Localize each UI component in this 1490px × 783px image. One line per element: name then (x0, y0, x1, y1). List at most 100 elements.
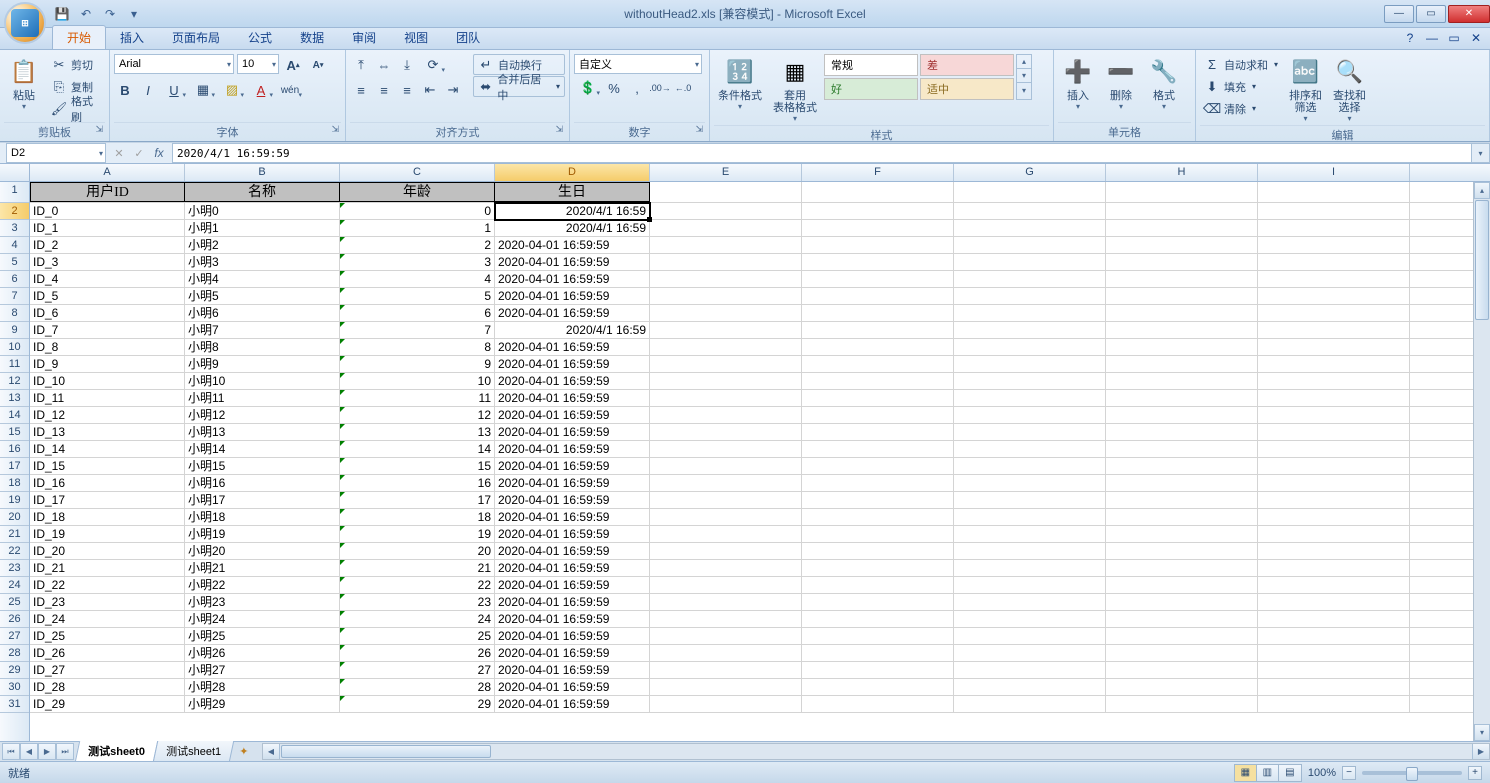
cell[interactable]: ID_8 (30, 339, 185, 355)
row-header-4[interactable]: 4 (0, 237, 29, 254)
cell[interactable]: 17 (340, 492, 495, 508)
header-cell[interactable]: 生日 (495, 182, 650, 202)
cell[interactable]: 2020-04-01 16:59:59 (495, 492, 650, 508)
cell[interactable] (1106, 407, 1258, 423)
cell[interactable] (650, 271, 802, 287)
format-cells-button[interactable]: 🔧格式▾ (1144, 54, 1184, 113)
conditional-format-button[interactable]: 🔢条件格式▾ (714, 54, 766, 113)
cell[interactable]: 5 (340, 288, 495, 304)
cell[interactable] (1258, 322, 1410, 338)
cell[interactable] (1106, 560, 1258, 576)
cell[interactable] (954, 509, 1106, 525)
row-header-20[interactable]: 20 (0, 509, 29, 526)
cell[interactable]: 20 (340, 543, 495, 559)
cell[interactable] (650, 356, 802, 372)
cell[interactable] (1106, 254, 1258, 270)
cell[interactable] (802, 543, 954, 559)
cell[interactable] (802, 220, 954, 236)
cell[interactable] (650, 237, 802, 253)
row-header-21[interactable]: 21 (0, 526, 29, 543)
row-header-31[interactable]: 31 (0, 696, 29, 713)
cell[interactable]: 25 (340, 628, 495, 644)
cell[interactable] (1258, 475, 1410, 491)
cell[interactable]: 2020-04-01 16:59:59 (495, 645, 650, 661)
cell[interactable] (1106, 203, 1258, 219)
cell[interactable]: 小明14 (185, 441, 340, 457)
row-header-10[interactable]: 10 (0, 339, 29, 356)
cell[interactable] (1106, 458, 1258, 474)
cell[interactable]: ID_28 (30, 679, 185, 695)
cell[interactable] (650, 679, 802, 695)
cell[interactable]: 28 (340, 679, 495, 695)
cell[interactable] (1106, 696, 1258, 712)
style-good[interactable]: 好 (824, 78, 918, 100)
cell[interactable]: 2020-04-01 16:59:59 (495, 543, 650, 559)
cell[interactable] (802, 305, 954, 321)
cell[interactable]: 小明4 (185, 271, 340, 287)
cell[interactable]: 2020-04-01 16:59:59 (495, 662, 650, 678)
cell[interactable]: 2020-04-01 16:59:59 (495, 679, 650, 695)
zoom-level[interactable]: 100% (1308, 767, 1336, 779)
row-header-25[interactable]: 25 (0, 594, 29, 611)
row-header-1[interactable]: 1 (0, 182, 29, 203)
cell[interactable]: 2020-04-01 16:59:59 (495, 611, 650, 627)
cell[interactable] (802, 424, 954, 440)
cell[interactable]: 2020-04-01 16:59:59 (495, 475, 650, 491)
increase-decimal-button[interactable]: .00→ (649, 77, 671, 99)
align-top-button[interactable]: ⤒ (350, 54, 372, 76)
cell[interactable] (1106, 237, 1258, 253)
ribbon-tab-5[interactable]: 审阅 (338, 26, 390, 49)
cell[interactable] (954, 441, 1106, 457)
cell[interactable] (650, 182, 802, 202)
cell[interactable] (954, 526, 1106, 542)
cell[interactable] (650, 373, 802, 389)
cell[interactable]: 12 (340, 407, 495, 423)
qat-more-icon[interactable]: ▾ (124, 4, 144, 24)
cell[interactable]: 2020-04-01 16:59:59 (495, 526, 650, 542)
cell[interactable] (802, 182, 954, 202)
cell[interactable]: 2020-04-01 16:59:59 (495, 356, 650, 372)
cell[interactable] (1106, 679, 1258, 695)
cell[interactable]: 小明28 (185, 679, 340, 695)
page-break-view-button[interactable]: ▤ (1279, 765, 1301, 781)
cell[interactable]: 13 (340, 424, 495, 440)
cell[interactable] (802, 271, 954, 287)
insert-cells-button[interactable]: ➕插入▾ (1058, 54, 1098, 113)
font-launcher[interactable]: ⇲ (331, 124, 339, 135)
cell[interactable]: 小明27 (185, 662, 340, 678)
cell[interactable]: 11 (340, 390, 495, 406)
cell[interactable] (954, 220, 1106, 236)
cell[interactable] (954, 373, 1106, 389)
style-bad[interactable]: 差 (920, 54, 1014, 76)
cell[interactable] (954, 662, 1106, 678)
cell[interactable] (1258, 509, 1410, 525)
cell[interactable] (1106, 594, 1258, 610)
formula-input[interactable]: 2020/4/1 16:59:59 (172, 143, 1472, 163)
sheet-nav-next[interactable]: ▶ (38, 743, 56, 760)
cell[interactable] (650, 662, 802, 678)
cell[interactable] (1106, 424, 1258, 440)
cell[interactable]: 7 (340, 322, 495, 338)
cell[interactable] (802, 475, 954, 491)
cell[interactable] (1106, 543, 1258, 559)
scroll-left-button[interactable]: ◀ (263, 744, 280, 759)
cell[interactable] (802, 696, 954, 712)
cell[interactable]: ID_2 (30, 237, 185, 253)
cell[interactable]: ID_3 (30, 254, 185, 270)
cell[interactable] (650, 628, 802, 644)
header-cell[interactable]: 名称 (185, 182, 340, 202)
cell[interactable]: 2020-04-01 16:59:59 (495, 237, 650, 253)
cell[interactable] (1258, 390, 1410, 406)
cell[interactable] (802, 628, 954, 644)
cell[interactable] (650, 288, 802, 304)
cell[interactable] (954, 560, 1106, 576)
row-header-15[interactable]: 15 (0, 424, 29, 441)
cell[interactable] (1106, 339, 1258, 355)
cell[interactable]: 小明22 (185, 577, 340, 593)
align-center-button[interactable]: ≡ (373, 79, 395, 101)
cell[interactable]: 2020-04-01 16:59:59 (495, 390, 650, 406)
cell[interactable]: 3 (340, 254, 495, 270)
cell[interactable]: 小明19 (185, 526, 340, 542)
cell[interactable] (1258, 526, 1410, 542)
row-header-5[interactable]: 5 (0, 254, 29, 271)
